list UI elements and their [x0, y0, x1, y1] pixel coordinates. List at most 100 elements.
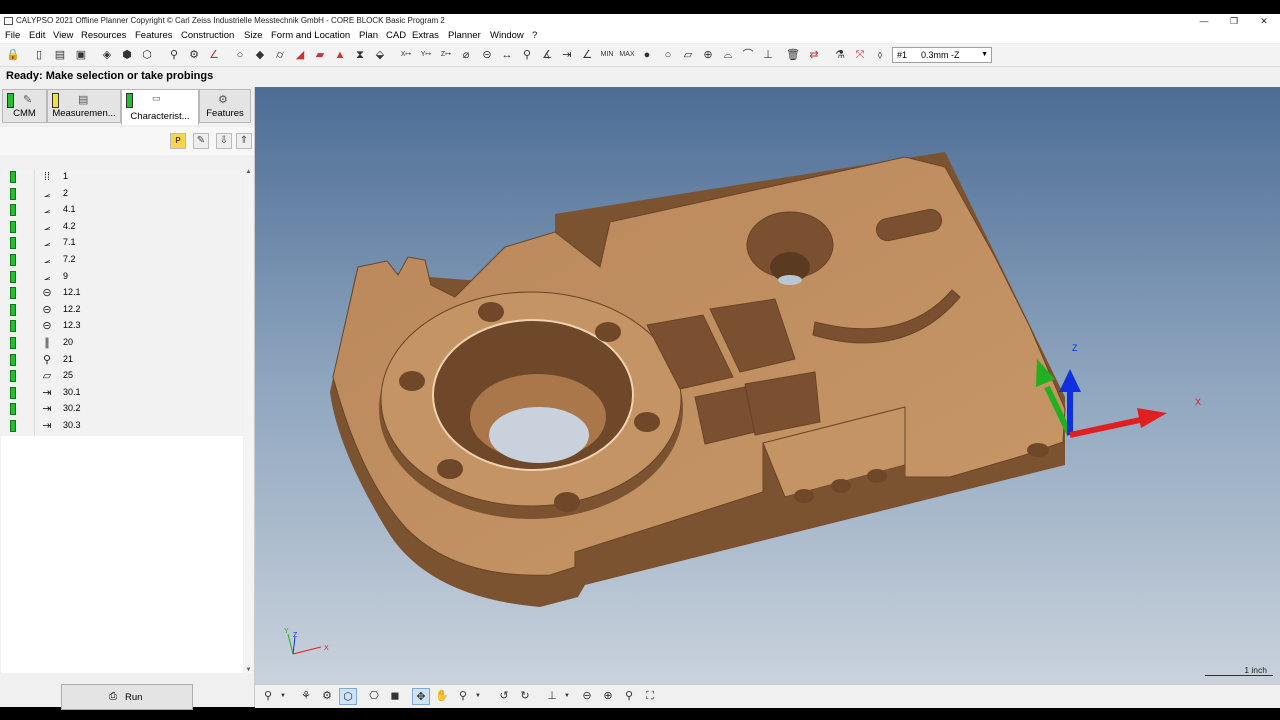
cad-model-view[interactable]: Z X X Y Z: [255, 87, 1280, 684]
cad-viewport[interactable]: Z X X Y Z 1 inch: [255, 87, 1280, 684]
move-top-icon[interactable]: ⇑: [236, 133, 252, 149]
menu-view[interactable]: View: [53, 30, 73, 41]
hand-icon[interactable]: ✋: [433, 688, 451, 705]
menu-features[interactable]: Features: [135, 30, 173, 41]
list-item[interactable]: ▱ 25: [1, 368, 243, 385]
list-item[interactable]: ⚲ 21: [1, 352, 243, 369]
run-button[interactable]: ⎙ Run: [61, 684, 193, 710]
view-select-icon[interactable]: ⚲: [259, 688, 277, 705]
menu-plan[interactable]: Plan: [359, 30, 378, 41]
cylinder-feature-icon[interactable]: ⌭: [272, 47, 288, 63]
zoom-icon[interactable]: ⚲: [620, 688, 638, 705]
list-scrollbar[interactable]: ▲ ▼: [244, 169, 253, 673]
list-item[interactable]: ∥ 20: [1, 335, 243, 352]
rotate-right-icon[interactable]: ↻: [516, 688, 534, 705]
chevron-down-icon[interactable]: ▼: [563, 688, 571, 705]
move-down-icon[interactable]: ⇩: [216, 133, 232, 149]
lock-icon[interactable]: 🔒: [5, 47, 21, 63]
menu-edit[interactable]: Edit: [29, 30, 45, 41]
circle-feature-icon[interactable]: ○: [232, 47, 248, 63]
list-item[interactable]: ⦟ 9: [1, 269, 243, 286]
tab-measurement-plan[interactable]: ▤ Measuremen...: [47, 89, 121, 123]
zoom-out-icon[interactable]: ⊖: [578, 688, 596, 705]
stylus-select-icon[interactable]: ⬨: [872, 47, 888, 63]
list-item[interactable]: ⦟ 7.2: [1, 252, 243, 269]
angle-icon[interactable]: ∡: [539, 47, 555, 63]
edit-pencil-icon[interactable]: ✎: [193, 133, 209, 149]
true-position-icon[interactable]: ⊕: [700, 47, 716, 63]
save-icon[interactable]: ▣: [73, 47, 89, 63]
rotate-left-icon[interactable]: ↺: [495, 688, 513, 705]
list-item[interactable]: ⊝ 12.2: [1, 302, 243, 319]
list-item[interactable]: ⦟ 4.1: [1, 202, 243, 219]
projection-icon[interactable]: ⬙: [372, 47, 388, 63]
perpendicularity-icon[interactable]: ⊥: [760, 47, 776, 63]
angle-between-icon[interactable]: ∠: [579, 47, 595, 63]
cone-feature-icon[interactable]: ◢: [292, 47, 308, 63]
chevron-down-icon[interactable]: ▼: [474, 688, 482, 705]
intersection-icon[interactable]: ⧗: [352, 47, 368, 63]
circularity-icon[interactable]: ⊝: [479, 47, 495, 63]
profile-line-icon[interactable]: ⌒: [740, 47, 756, 63]
menu-construction[interactable]: Construction: [181, 30, 234, 41]
menu-extras[interactable]: Extras: [412, 30, 439, 41]
tab-cmm[interactable]: ✎ CMM: [2, 89, 47, 123]
probe-change-icon[interactable]: ⚗: [832, 47, 848, 63]
restore-button[interactable]: ❐: [1219, 14, 1249, 29]
parameter-button[interactable]: P: [170, 133, 186, 149]
scroll-down-icon[interactable]: ▼: [245, 667, 252, 673]
z-distance-icon[interactable]: ⇥: [559, 47, 575, 63]
list-item[interactable]: ⊝ 12.3: [1, 318, 243, 335]
distance-icon[interactable]: ↔: [499, 47, 515, 63]
list-item[interactable]: ⇥ 30.3: [1, 418, 243, 435]
zoom-in-icon[interactable]: ⊕: [599, 688, 617, 705]
tab-features[interactable]: ⚙ Features: [199, 89, 251, 123]
menu-planner[interactable]: Planner: [448, 30, 481, 41]
flatness-icon[interactable]: ▱: [680, 47, 696, 63]
new-file-icon[interactable]: ▯: [31, 47, 47, 63]
menu-window[interactable]: Window: [490, 30, 524, 41]
plane-feature-icon[interactable]: ◆: [252, 47, 268, 63]
min-value-icon[interactable]: MIN: [599, 47, 615, 63]
view-iso-icon[interactable]: ⎔: [365, 688, 383, 705]
zoom-fit-icon[interactable]: ⛶: [641, 688, 659, 705]
view-cube-icon[interactable]: ◼: [386, 688, 404, 705]
view-shaded-icon[interactable]: ⬡: [339, 688, 357, 705]
view-wire-icon[interactable]: ⚙: [318, 688, 336, 705]
axis-view-icon[interactable]: ⊥: [543, 688, 561, 705]
sphere-feature-icon[interactable]: ▰: [312, 47, 328, 63]
menu-file[interactable]: File: [5, 30, 20, 41]
pan-icon[interactable]: ✥: [412, 688, 430, 705]
tab-characteristics[interactable]: ▭ Characterist...: [121, 89, 199, 125]
menu-size[interactable]: Size: [244, 30, 262, 41]
diameter-icon[interactable]: ⌀: [458, 47, 474, 63]
x-value-icon[interactable]: X↦: [398, 47, 414, 63]
list-item[interactable]: ⇥ 30.1: [1, 385, 243, 402]
roundness-icon[interactable]: ○: [660, 47, 676, 63]
list-item[interactable]: ⦟ 7.1: [1, 235, 243, 252]
delete-icon[interactable]: 🗑: [785, 47, 801, 63]
axis-move-icon[interactable]: ⤧: [852, 47, 868, 63]
cad-part[interactable]: [330, 152, 1066, 607]
max-value-icon[interactable]: MAX: [619, 47, 635, 63]
menu-resources[interactable]: Resources: [81, 30, 126, 41]
open-file-icon[interactable]: ▤: [52, 47, 68, 63]
menu-help[interactable]: ?: [532, 30, 537, 41]
chevron-down-icon[interactable]: ▼: [279, 688, 287, 705]
list-item[interactable]: ⦟ 2: [1, 186, 243, 203]
probe-system-icon[interactable]: ⬢: [119, 47, 135, 63]
probe-icon[interactable]: ⚲: [166, 47, 182, 63]
list-item[interactable]: ⇥ 30.2: [1, 401, 243, 418]
cmm-icon[interactable]: ◈: [99, 47, 115, 63]
z-value-icon[interactable]: Z↦: [438, 47, 454, 63]
menu-form-and-location[interactable]: Form and Location: [271, 30, 350, 41]
export-icon[interactable]: ⇄: [806, 47, 822, 63]
position-icon[interactable]: ⚲: [519, 47, 535, 63]
view-transparent-icon[interactable]: ⚘: [297, 688, 315, 705]
list-item[interactable]: ⊝ 12.1: [1, 285, 243, 302]
y-value-icon[interactable]: Y↦: [418, 47, 434, 63]
rotate-icon[interactable]: ⚲: [454, 688, 472, 705]
list-item[interactable]: ⦟ 4.2: [1, 219, 243, 236]
close-button[interactable]: ✕: [1249, 14, 1279, 29]
scroll-up-icon[interactable]: ▲: [245, 169, 252, 175]
